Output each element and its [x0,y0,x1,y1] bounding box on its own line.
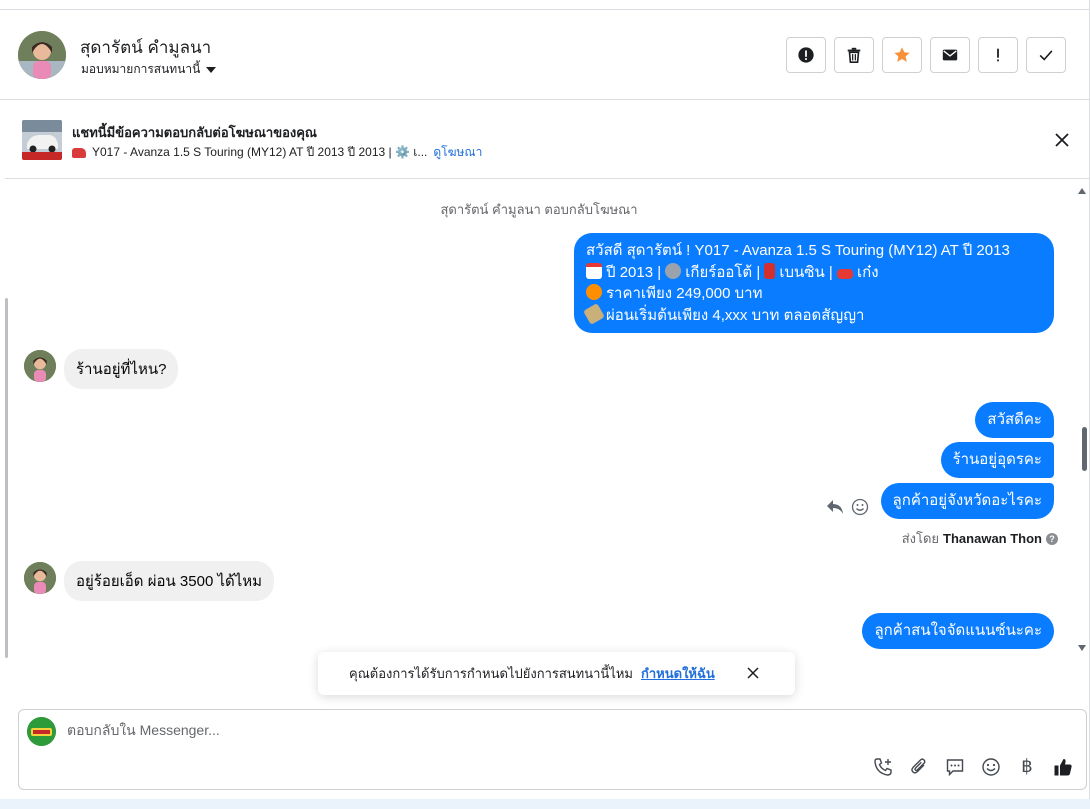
paperclip-icon [911,758,926,774]
assign-label: มอบหมายการสนทนานี้ [81,62,201,76]
ad-reply-line-1: สวัสดี สุดารัตน์ ! Y017 - Avanza 1.5 S T… [586,242,1010,259]
composer-toolbar: ฿ [872,756,1074,778]
scroll-up-arrow-icon[interactable] [1078,188,1086,194]
follow-up-button[interactable] [978,37,1018,73]
message-thread[interactable]: สุดารัตน์ คำมูลนา ตอบกลับโฆษณา สวัสดี สุ… [5,180,1089,700]
phone-plus-icon [874,758,892,776]
thumbs-up-icon [1054,759,1072,776]
ad-reply-line-3: ราคาเพียง 249,000 บาท [586,283,1042,305]
view-ad-link[interactable]: ดูโฆษณา [433,143,482,162]
ad-thumbnail[interactable] [22,120,62,160]
reply-icon[interactable] [825,498,845,516]
avatar-photo [18,31,66,79]
contact-avatar-small[interactable] [24,562,56,594]
assign-conversation-dropdown[interactable]: มอบหมายการสนทนานี้ [81,60,217,79]
saved-replies-button[interactable] [944,756,966,778]
page-logo-image [27,717,56,746]
incoming-message[interactable]: ร้านอยู่ที่ไหน? [64,349,179,389]
calendar-emoji-icon [586,262,602,279]
system-note: สุดารัตน์ คำมูลนา ตอบกลับโฆษณา [440,202,638,217]
reply-input[interactable] [67,722,967,738]
sent-by-label: ส่งโดย Thanawan Thon ? [902,528,1058,549]
contact-name[interactable]: สุดารัตน์ คำมูลนา [80,34,211,61]
caret-down-icon [206,66,217,73]
gear-emoji-icon [665,262,682,279]
baht-icon: ฿ [1021,756,1033,777]
payment-button[interactable]: ฿ [1016,756,1038,778]
bottom-strip [0,799,1090,809]
message-hover-tools [825,498,869,516]
call-button[interactable] [872,756,894,778]
close-icon [1055,133,1069,147]
like-button[interactable] [1052,756,1074,778]
exclamation-icon [997,48,999,62]
help-icon[interactable]: ? [1046,532,1058,545]
outgoing-message[interactable]: ลูกค้าอยู่จังหวัดอะไรคะ [880,483,1054,519]
top-border [0,0,1090,10]
close-banner-button[interactable] [1053,131,1071,149]
page-avatar [27,717,56,746]
mark-done-button[interactable] [1026,37,1066,73]
incoming-message[interactable]: อยู่ร้อยเอ็ด ผ่อน 3500 ได้ไหม [64,561,275,601]
car-emoji-icon [836,268,853,279]
chat-bubble-icon [946,759,964,777]
avatar-photo [24,350,56,382]
contact-avatar-small[interactable] [24,350,56,382]
scrollbar-thumb[interactable] [1082,427,1087,471]
check-icon [1039,50,1053,61]
assign-prompt-toast: คุณต้องการได้รับการกำหนดไปยังการสนทนานี้… [318,652,795,695]
ad-reply-banner: แชทนี้มีข้อความตอบกลับต่อโฆษณาของคุณ Y01… [5,101,1089,179]
scrollbar[interactable] [1078,185,1087,655]
report-button[interactable] [786,37,826,73]
ad-banner-subtitle: Y017 - Avanza 1.5 S Touring (MY12) AT ปี… [92,145,428,159]
star-button[interactable] [882,37,922,73]
smiley-icon [982,758,1000,776]
toast-text: คุณต้องการได้รับการกำหนดไปยังการสนทนานี้… [349,666,633,681]
message-composer: ฿ [18,709,1087,790]
report-icon [798,47,814,63]
ad-reply-line-2: ปี 2013 | เกียร์ออโต้ | เบนซิน | เก๋ง [586,262,1042,284]
left-scroll-indicator [5,298,8,658]
car-emoji-icon [72,147,86,158]
star-icon [894,47,910,62]
mark-unread-button[interactable] [930,37,970,73]
attach-button[interactable] [908,756,930,778]
ad-reply-message[interactable]: สวัสดี สุดารัตน์ ! Y017 - Avanza 1.5 S T… [574,233,1054,333]
outgoing-message[interactable]: ร้านอยู่อุดรคะ [940,442,1054,478]
scroll-down-arrow-icon[interactable] [1078,645,1086,651]
header-actions [786,37,1066,73]
fuel-emoji-icon [764,262,776,279]
envelope-icon [942,49,958,61]
emoji-react-icon[interactable] [851,498,869,516]
outgoing-message[interactable]: ลูกค้าสนใจจัดแนนซ์นะคะ [862,613,1054,649]
sparkle-emoji-icon [586,284,602,300]
delete-button[interactable] [834,37,874,73]
close-icon [747,667,759,679]
sender-name: Thanawan Thon [943,531,1042,546]
avatar-photo [24,562,56,594]
money-emoji-icon [583,302,605,325]
contact-avatar[interactable] [18,31,66,79]
ad-banner-subtitle-row: Y017 - Avanza 1.5 S Touring (MY12) AT ปี… [72,143,482,162]
ad-reply-line-4: ผ่อนเริ่มต้นเพียง 4,xxx บาท ตลอดสัญญา [583,302,1042,327]
car-thumbnail-image [22,120,62,160]
ad-banner-title: แชทนี้มีข้อความตอบกลับต่อโฆษณาของคุณ [72,125,317,140]
assign-to-me-link[interactable]: กำหนดให้ฉัน [641,663,715,684]
conversation-header: สุดารัตน์ คำมูลนา มอบหมายการสนทนานี้ [0,11,1090,100]
outgoing-message[interactable]: สวัสดีคะ [975,402,1054,438]
emoji-button[interactable] [980,756,1002,778]
toast-close-button[interactable] [746,666,760,680]
trash-icon [847,47,861,64]
